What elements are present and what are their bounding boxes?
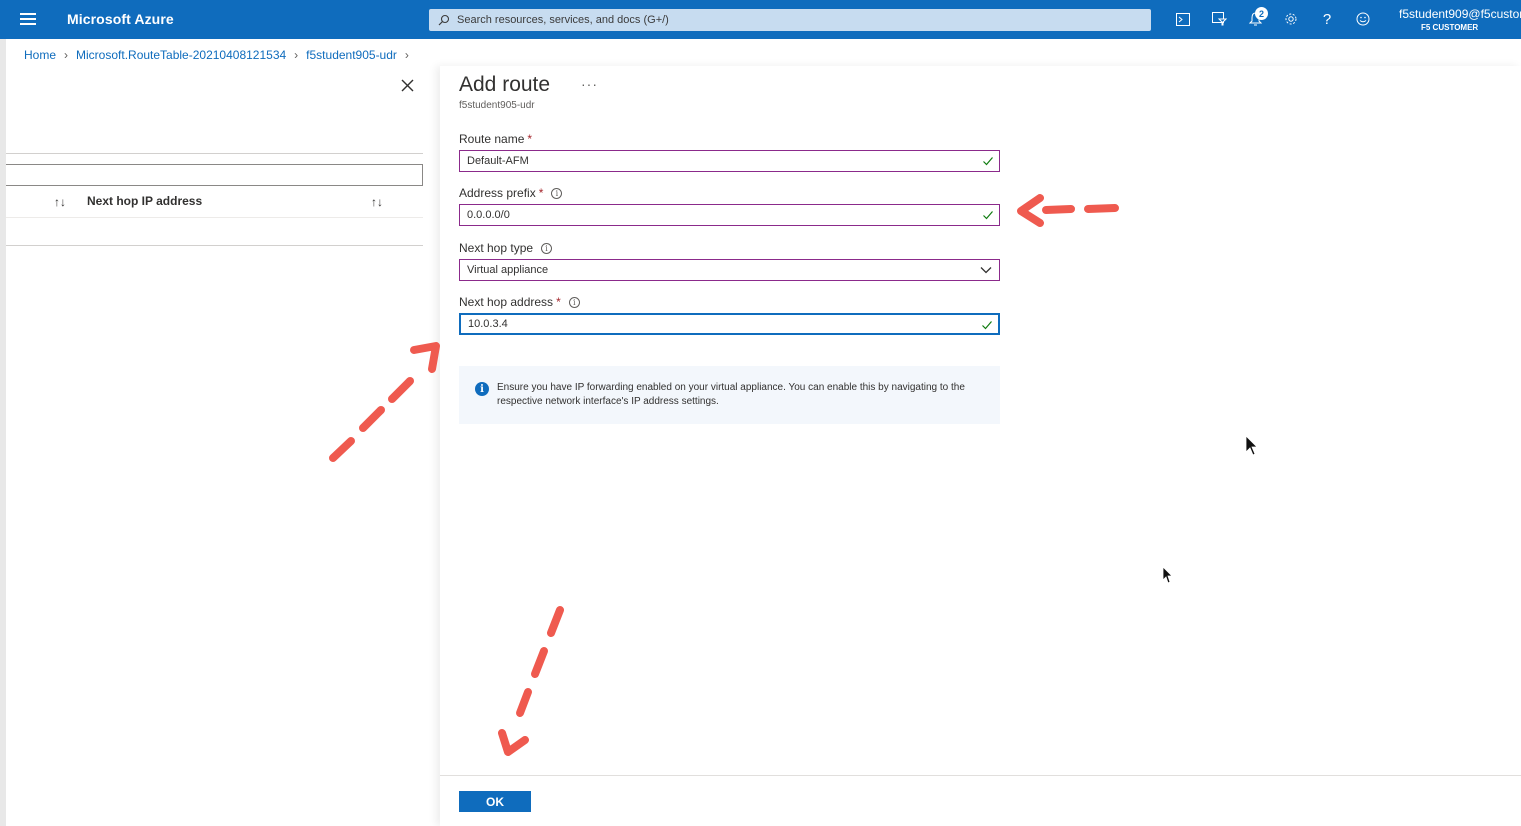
divider [6, 217, 423, 218]
address-prefix-field[interactable] [459, 204, 1000, 226]
next-hop-address-input[interactable] [461, 318, 961, 330]
filter-input[interactable] [6, 164, 423, 186]
divider [6, 245, 423, 246]
next-hop-address-label: Next hop address * i [459, 295, 580, 309]
breadcrumb-route-table[interactable]: Microsoft.RouteTable-20210408121534 [76, 48, 286, 62]
required-mark: * [527, 132, 533, 146]
required-mark: * [556, 295, 561, 309]
info-message: i Ensure you have IP forwarding enabled … [459, 366, 1000, 424]
tenant-name: F5 CUSTOMER [1421, 23, 1479, 32]
breadcrumb-home[interactable]: Home [24, 48, 56, 62]
top-bar: Microsoft Azure 2 ? f5student909@f5custo… [0, 0, 1521, 39]
global-search[interactable] [429, 9, 1151, 31]
footer-divider [440, 775, 1521, 776]
add-route-panel [440, 66, 1521, 826]
account-menu[interactable]: f5student909@f5custome F5 CUSTOMER [1399, 7, 1521, 32]
checkmark-icon [983, 211, 993, 220]
notification-badge: 2 [1255, 7, 1268, 20]
feedback-icon[interactable] [1355, 11, 1371, 27]
brand-title[interactable]: Microsoft Azure [67, 11, 174, 27]
info-circle-icon: i [475, 382, 489, 396]
more-options-icon[interactable]: ··· [581, 76, 598, 92]
checkmark-icon [983, 157, 993, 166]
search-input[interactable] [457, 14, 1137, 26]
sort-icon[interactable]: ↑↓ [54, 195, 66, 209]
close-icon[interactable] [400, 78, 415, 93]
breadcrumb: Home › Microsoft.RouteTable-202104081215… [24, 48, 417, 62]
chevron-down-icon[interactable] [980, 265, 992, 275]
user-name: f5student909@f5custome [1399, 7, 1521, 21]
directory-filter-icon[interactable] [1211, 11, 1227, 27]
gear-icon[interactable] [1283, 11, 1299, 27]
info-icon[interactable]: i [541, 242, 553, 254]
column-header-next-hop-ip[interactable]: Next hop IP address [87, 194, 202, 208]
cloud-shell-icon[interactable] [1175, 11, 1191, 27]
chevron-right-icon: › [404, 48, 409, 62]
search-icon [438, 14, 450, 26]
breadcrumb-udr[interactable]: f5student905-udr [306, 48, 397, 62]
address-prefix-input[interactable] [460, 209, 960, 221]
next-hop-type-label: Next hop type i [459, 241, 553, 255]
menu-icon[interactable] [20, 13, 36, 25]
route-name-field[interactable] [459, 150, 1000, 172]
required-mark: * [538, 186, 544, 200]
route-name-input[interactable] [460, 155, 960, 167]
help-icon[interactable]: ? [1319, 11, 1335, 28]
next-hop-type-dropdown[interactable]: Virtual appliance [459, 259, 1000, 281]
next-hop-type-selected: Virtual appliance [467, 264, 549, 276]
chevron-right-icon: › [64, 48, 69, 62]
sort-icon[interactable]: ↑↓ [371, 195, 383, 209]
panel-subtitle: f5student905-udr [459, 100, 535, 111]
address-prefix-label: Address prefix * i [459, 186, 563, 200]
next-hop-address-field[interactable] [459, 313, 1000, 335]
ok-button[interactable]: OK [459, 791, 531, 812]
info-message-text: Ensure you have IP forwarding enabled on… [497, 382, 965, 407]
info-icon[interactable]: i [568, 296, 580, 308]
info-icon[interactable]: i [551, 187, 563, 199]
divider [6, 153, 423, 154]
checkmark-icon [982, 321, 992, 330]
route-name-label: Route name * [459, 132, 533, 146]
chevron-right-icon: › [294, 48, 299, 62]
panel-title: Add route [459, 73, 551, 96]
